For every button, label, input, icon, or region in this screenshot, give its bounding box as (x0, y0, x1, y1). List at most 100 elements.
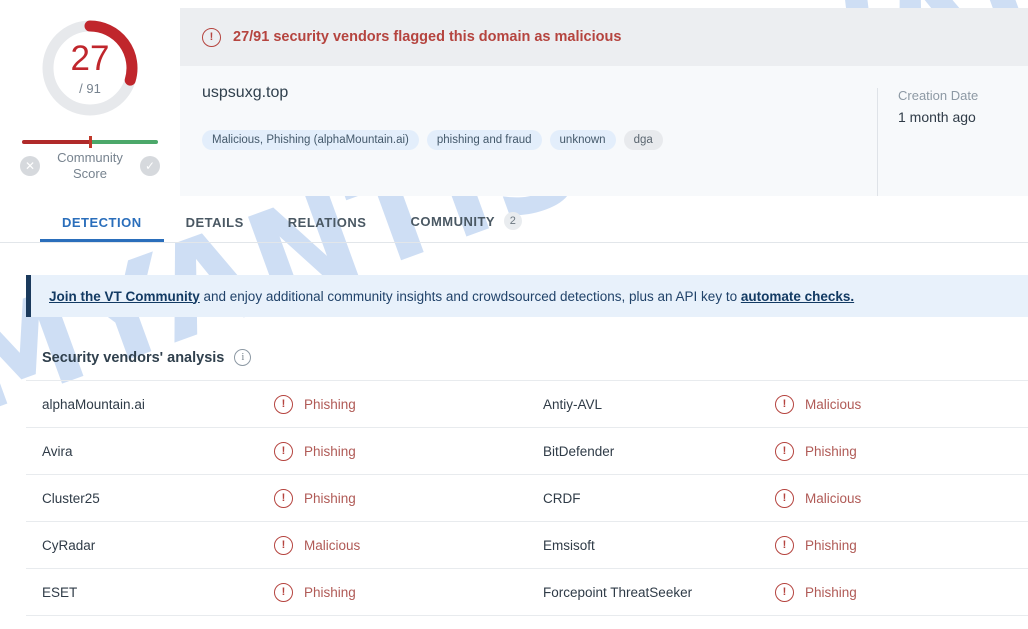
table-row: alphaMountain.ai! Phishing Antiy-AVL! Malic… (26, 381, 1028, 428)
verdict-exclamation-icon: ! (775, 582, 794, 602)
vendor-cell: CRDF! Malicious (527, 475, 1028, 521)
verdict-exclamation-icon: ! (775, 394, 794, 414)
verdict-exclamation-icon: ! (775, 441, 794, 461)
score-column: 27 / 91 ✕ Community Score ✓ (0, 0, 180, 196)
vendor-name: BitDefender (543, 443, 615, 459)
verdict-exclamation-icon: ! (274, 488, 293, 508)
creation-date-value: 1 month ago (898, 109, 976, 125)
verdict-text: Phishing (805, 537, 857, 553)
vendor-verdict: ! Malicious (775, 488, 862, 508)
verdict-text: Phishing (304, 584, 356, 600)
vendor-name: Forcepoint ThreatSeeker (543, 584, 693, 600)
join-vt-community-link[interactable]: Join the VT Community (49, 289, 200, 304)
vendors-analysis-table: alphaMountain.ai! Phishing Antiy-AVL! Malic… (26, 380, 1028, 616)
vendor-name: ESET (42, 584, 78, 600)
vendor-name: CyRadar (42, 537, 96, 553)
tag-chip[interactable]: unknown (549, 130, 616, 150)
slider-negative-track (22, 140, 90, 144)
vendor-cell: alphaMountain.ai! Phishing (26, 381, 527, 427)
community-score-label: Community Score (46, 150, 134, 183)
vendors-analysis-title: Security vendors' analysis (42, 349, 225, 366)
tab-badge: 2 (504, 212, 523, 230)
vendor-cell: Cluster25! Phishing (26, 475, 527, 521)
creation-date-label: Creation Date (898, 88, 979, 103)
vendor-name: Cluster25 (42, 490, 100, 506)
verdict-text: Phishing (304, 396, 356, 412)
alert-message: 27/91 security vendors flagged this doma… (233, 29, 622, 45)
vendor-cell: Forcepoint ThreatSeeker! Phishing (527, 569, 1028, 615)
verdict-text: Malicious (805, 490, 862, 506)
verdict-exclamation-icon: ! (274, 535, 293, 555)
info-icon[interactable]: i (234, 349, 252, 366)
banner-middle-text: and enjoy additional community insights … (199, 288, 741, 304)
thumbs-up-icon[interactable]: ✓ (140, 156, 160, 177)
creation-date-block: Creation Date 1 month ago (877, 88, 1028, 196)
tab-detection[interactable]: DETECTION (40, 215, 164, 242)
verdict-exclamation-icon: ! (274, 441, 293, 461)
tab-label: DETAILS (185, 215, 244, 230)
summary-header: 27 / 91 ✕ Community Score ✓ ! 27/91 secu… (0, 0, 1028, 196)
domain-name: uspsuxg.top (202, 84, 289, 101)
vendor-verdict: ! Phishing (775, 582, 857, 602)
score-value: 27 (70, 38, 110, 78)
automate-checks-link[interactable]: automate checks. (741, 289, 854, 304)
tab-community[interactable]: COMMUNITY 2 (388, 212, 544, 242)
tag-chip[interactable]: Malicious, Phishing (alphaMountain.ai) (202, 130, 419, 150)
vendor-verdict: ! Phishing (775, 535, 857, 555)
community-score-slider[interactable] (22, 136, 158, 148)
vendor-verdict: ! Phishing (775, 441, 857, 461)
slider-marker (89, 136, 92, 148)
tag-chip[interactable]: dga (623, 130, 663, 150)
verdict-text: Phishing (805, 584, 857, 600)
vendor-cell: CyRadar! Malicious (26, 522, 527, 568)
vendor-verdict: ! Malicious (274, 535, 361, 555)
table-row: ESET! Phishing Forcepoint ThreatSeeker! Phi… (26, 569, 1028, 616)
detail-panel: uspsuxg.top Malicious, Phishing (alphaMo… (180, 66, 1028, 196)
vendor-cell: ESET! Phishing (26, 569, 527, 615)
tab-label: COMMUNITY (410, 213, 496, 229)
tag-chip[interactable]: phishing and fraud (426, 130, 542, 150)
alert-exclamation-icon: ! (202, 27, 221, 47)
vendor-cell: BitDefender! Phishing (527, 428, 1028, 474)
verdict-exclamation-icon: ! (274, 582, 293, 602)
verdict-text: Phishing (304, 443, 356, 459)
vendor-name: Avira (42, 443, 73, 459)
table-row: Cluster25! Phishing CRDF! Malicious (26, 475, 1028, 522)
vt-community-banner: Join the VT Community and enjoy addition… (26, 275, 1028, 317)
vendor-cell: Emsisoft! Phishing (527, 522, 1028, 568)
vendor-verdict: ! Phishing (274, 488, 356, 508)
vendor-cell: Avira! Phishing (26, 428, 527, 474)
verdict-exclamation-icon: ! (274, 394, 293, 414)
vendor-verdict: ! Phishing (274, 582, 356, 602)
vendor-verdict: ! Phishing (274, 394, 356, 414)
detection-score-gauge: 27 / 91 (38, 16, 142, 120)
vendor-name: alphaMountain.ai (42, 396, 145, 412)
tab-label: RELATIONS (287, 215, 367, 230)
vendor-name: Antiy-AVL (543, 396, 603, 412)
vendor-cell: Antiy-AVL! Malicious (527, 381, 1028, 427)
verdict-exclamation-icon: ! (775, 488, 794, 508)
tab-bar: DETECTION DETAILS RELATIONS COMMUNITY 2 (0, 196, 1028, 243)
verdict-exclamation-icon: ! (775, 535, 794, 555)
vendor-name: Emsisoft (543, 537, 595, 553)
verdict-text: Phishing (304, 490, 356, 506)
vendors-analysis-header: Security vendors' analysis i (42, 349, 1028, 380)
thumbs-down-icon[interactable]: ✕ (20, 156, 40, 177)
tab-details[interactable]: DETAILS (164, 215, 266, 242)
table-row: Avira! Phishing BitDefender! Phishing (26, 428, 1028, 475)
tab-relations[interactable]: RELATIONS (266, 215, 389, 242)
community-label-line1: Community (57, 150, 123, 165)
table-row: CyRadar! Malicious Emsisoft! Phishing (26, 522, 1028, 569)
slider-positive-track (90, 140, 158, 144)
malicious-alert-banner: ! 27/91 security vendors flagged this do… (180, 8, 1028, 66)
vendor-verdict: ! Phishing (274, 441, 356, 461)
info-panel: ! 27/91 security vendors flagged this do… (180, 8, 1028, 196)
verdict-text: Phishing (805, 443, 857, 459)
score-total: / 91 (79, 80, 101, 96)
vendor-name: CRDF (543, 490, 581, 506)
community-label-line2: Score (73, 166, 107, 182)
vendor-verdict: ! Malicious (775, 394, 862, 414)
tab-label: DETECTION (62, 215, 142, 230)
verdict-text: Malicious (805, 396, 862, 412)
verdict-text: Malicious (304, 537, 361, 553)
